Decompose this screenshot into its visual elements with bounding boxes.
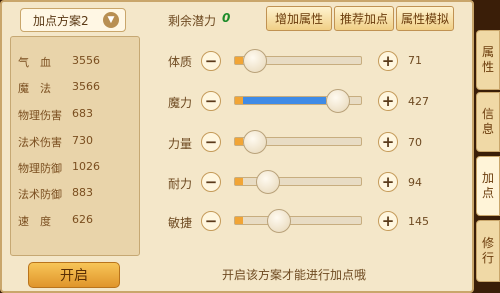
minus-button[interactable]: − [201,132,221,152]
potential-value: 0 [222,11,231,25]
slider-fill [235,97,243,104]
slider-fill [235,217,243,224]
attribute-label: 力量 [168,137,193,151]
stat-value: 730 [72,134,93,147]
stat-value: 626 [72,213,93,226]
minus-button[interactable]: − [201,172,221,192]
plus-button[interactable]: + [378,172,398,192]
slider-handle[interactable] [325,89,350,113]
stat-label: 气 血 [18,56,51,69]
attribute-slider-track [234,209,362,233]
stat-value: 683 [72,107,93,120]
slider-handle[interactable] [242,130,267,154]
slider-handle[interactable] [242,49,267,73]
attribute-value: 94 [408,176,422,189]
tab-attributes[interactable]: 属性 [476,30,500,90]
open-plan-button[interactable]: 开启 [28,262,120,288]
add-attribute-button[interactable]: 增加属性 [266,6,332,31]
stat-label: 物理伤害 [18,109,62,122]
stat-label: 物理防御 [18,162,62,175]
attribute-value: 70 [408,136,422,149]
stat-label: 魔 法 [18,82,51,95]
stat-row-phys-def: 物理防御 1026 [18,160,100,176]
stat-value: 3556 [72,54,100,67]
attribute-label: 耐力 [168,177,193,191]
stat-value: 3566 [72,80,100,93]
plan-dropdown[interactable]: 加点方案2 ▼ [20,8,126,32]
attribute-slider-track [234,170,362,194]
minus-button[interactable]: − [201,51,221,71]
minus-button[interactable]: − [201,91,221,111]
tab-add-points[interactable]: 加点 [476,156,500,216]
plus-button[interactable]: + [378,211,398,231]
slider-fill-blue [243,97,326,104]
stat-label: 法术防御 [18,188,62,201]
attribute-slider-track [234,130,362,154]
recommend-points-button[interactable]: 推荐加点 [334,6,394,31]
potential-label: 剩余潜力 [168,14,217,28]
plus-button[interactable]: + [378,51,398,71]
attribute-label: 魔力 [168,96,193,110]
hint-text: 开启该方案才能进行加点哦 [222,268,367,282]
slider-fill [235,57,243,64]
stat-row-hp: 气 血 3556 [18,54,100,70]
stat-row-mp: 魔 法 3566 [18,80,100,96]
slider-fill [235,178,243,185]
stat-label: 法术伤害 [18,136,62,149]
tab-info[interactable]: 信息 [476,92,500,152]
attribute-simulate-button[interactable]: 属性模拟 [396,6,454,31]
plus-button[interactable]: + [378,132,398,152]
stat-row-speed: 速 度 626 [18,213,93,229]
attribute-slider-track [234,89,362,113]
attribute-value: 145 [408,215,429,228]
attribute-value: 427 [408,95,429,108]
stat-row-magic-def: 法术防御 883 [18,186,93,202]
stat-label: 速 度 [18,215,51,228]
slider-handle[interactable] [255,170,280,194]
plan-dropdown-label: 加点方案2 [33,13,89,28]
plus-button[interactable]: + [378,91,398,111]
stat-row-magic-dmg: 法术伤害 730 [18,134,93,150]
stat-row-phys-dmg: 物理伤害 683 [18,107,93,123]
attribute-slider-track [234,49,362,73]
slider-fill [235,138,243,145]
minus-button[interactable]: − [201,211,221,231]
chevron-down-icon: ▼ [103,12,119,28]
stat-value: 1026 [72,160,100,173]
tab-cultivation[interactable]: 修行 [476,220,500,282]
attribute-label: 体质 [168,55,193,69]
attribute-value: 71 [408,54,422,67]
stat-value: 883 [72,186,93,199]
attribute-label: 敏捷 [168,216,193,230]
